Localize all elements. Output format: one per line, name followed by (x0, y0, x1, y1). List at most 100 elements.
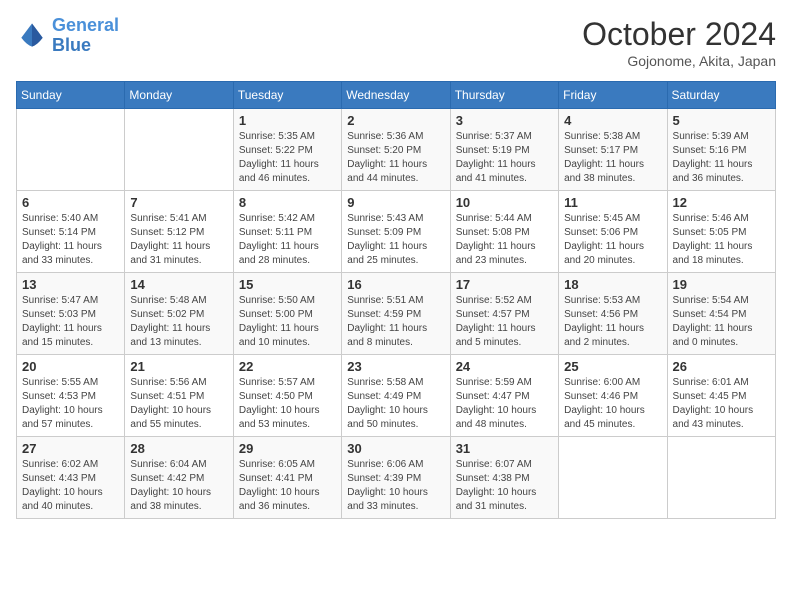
day-number: 4 (564, 113, 661, 128)
logo-icon (16, 20, 48, 52)
weekday-header: Sunday (17, 82, 125, 109)
day-number: 31 (456, 441, 553, 456)
weekday-header: Saturday (667, 82, 775, 109)
day-number: 3 (456, 113, 553, 128)
calendar-cell: 10 Sunrise: 5:44 AMSunset: 5:08 PMDayligh… (450, 191, 558, 273)
weekday-header: Thursday (450, 82, 558, 109)
day-info: Sunrise: 5:35 AMSunset: 5:22 PMDaylight:… (239, 130, 336, 186)
calendar-week-row: 6 Sunrise: 5:40 AMSunset: 5:14 PMDaylight… (17, 191, 776, 273)
day-number: 25 (564, 359, 661, 374)
day-number: 1 (239, 113, 336, 128)
logo-text: General Blue (52, 16, 119, 56)
weekday-header: Tuesday (233, 82, 341, 109)
day-number: 9 (347, 195, 444, 210)
calendar-cell: 29 Sunrise: 6:05 AMSunset: 4:41 PMDayligh… (233, 437, 341, 519)
day-number: 6 (22, 195, 119, 210)
location: Gojonome, Akita, Japan (582, 53, 776, 69)
weekday-header-row: SundayMondayTuesdayWednesdayThursdayFrid… (17, 82, 776, 109)
weekday-header: Wednesday (342, 82, 450, 109)
day-number: 29 (239, 441, 336, 456)
day-number: 22 (239, 359, 336, 374)
day-info: Sunrise: 6:02 AMSunset: 4:43 PMDaylight:… (22, 458, 119, 514)
calendar-cell: 20Sunrise: 5:55 AMSunset: 4:53 PMDayligh… (17, 355, 125, 437)
calendar-week-row: 13 Sunrise: 5:47 AMSunset: 5:03 PMDayligh… (17, 273, 776, 355)
calendar-cell: 26Sunrise: 6:01 AMSunset: 4:45 PMDayligh… (667, 355, 775, 437)
day-info: Sunrise: 5:45 AMSunset: 5:06 PMDaylight:… (564, 212, 661, 268)
day-number: 13 (22, 277, 119, 292)
day-info: Sunrise: 5:43 AMSunset: 5:09 PMDaylight:… (347, 212, 444, 268)
day-info: Sunrise: 5:56 AMSunset: 4:51 PMDaylight:… (130, 376, 227, 432)
day-number: 12 (673, 195, 770, 210)
calendar-cell: 2 Sunrise: 5:36 AMSunset: 5:20 PMDaylight… (342, 109, 450, 191)
month-title: October 2024 (582, 16, 776, 53)
day-number: 24 (456, 359, 553, 374)
day-info: Sunrise: 5:42 AMSunset: 5:11 PMDaylight:… (239, 212, 336, 268)
day-number: 14 (130, 277, 227, 292)
day-info: Sunrise: 6:06 AMSunset: 4:39 PMDaylight:… (347, 458, 444, 514)
calendar-cell: 14 Sunrise: 5:48 AMSunset: 5:02 PMDayligh… (125, 273, 233, 355)
day-info: Sunrise: 6:01 AMSunset: 4:45 PMDaylight:… (673, 376, 770, 432)
calendar-cell: 24Sunrise: 5:59 AMSunset: 4:47 PMDayligh… (450, 355, 558, 437)
calendar-cell: 31Sunrise: 6:07 AMSunset: 4:38 PMDayligh… (450, 437, 558, 519)
day-number: 7 (130, 195, 227, 210)
day-number: 27 (22, 441, 119, 456)
calendar-cell: 5 Sunrise: 5:39 AMSunset: 5:16 PMDaylight… (667, 109, 775, 191)
day-info: Sunrise: 5:51 AMSunset: 4:59 PMDaylight:… (347, 294, 444, 350)
day-number: 2 (347, 113, 444, 128)
title-block: October 2024 Gojonome, Akita, Japan (582, 16, 776, 69)
calendar-cell: 28 Sunrise: 6:04 AMSunset: 4:42 PMDayligh… (125, 437, 233, 519)
day-info: Sunrise: 6:00 AMSunset: 4:46 PMDaylight:… (564, 376, 661, 432)
calendar-cell (125, 109, 233, 191)
calendar-cell: 27 Sunrise: 6:02 AMSunset: 4:43 PMDayligh… (17, 437, 125, 519)
calendar-table: SundayMondayTuesdayWednesdayThursdayFrid… (16, 81, 776, 519)
calendar-cell: 13 Sunrise: 5:47 AMSunset: 5:03 PMDayligh… (17, 273, 125, 355)
calendar-week-row: 20Sunrise: 5:55 AMSunset: 4:53 PMDayligh… (17, 355, 776, 437)
day-number: 20 (22, 359, 119, 374)
day-info: Sunrise: 5:41 AMSunset: 5:12 PMDaylight:… (130, 212, 227, 268)
calendar-cell: 21 Sunrise: 5:56 AMSunset: 4:51 PMDayligh… (125, 355, 233, 437)
day-number: 19 (673, 277, 770, 292)
day-info: Sunrise: 5:48 AMSunset: 5:02 PMDaylight:… (130, 294, 227, 350)
calendar-cell: 3 Sunrise: 5:37 AMSunset: 5:19 PMDaylight… (450, 109, 558, 191)
calendar-cell: 6 Sunrise: 5:40 AMSunset: 5:14 PMDaylight… (17, 191, 125, 273)
day-number: 5 (673, 113, 770, 128)
day-info: Sunrise: 5:39 AMSunset: 5:16 PMDaylight:… (673, 130, 770, 186)
day-info: Sunrise: 5:37 AMSunset: 5:19 PMDaylight:… (456, 130, 553, 186)
calendar-cell: 9 Sunrise: 5:43 AMSunset: 5:09 PMDaylight… (342, 191, 450, 273)
calendar-cell: 17 Sunrise: 5:52 AMSunset: 4:57 PMDayligh… (450, 273, 558, 355)
day-info: Sunrise: 6:05 AMSunset: 4:41 PMDaylight:… (239, 458, 336, 514)
day-info: Sunrise: 5:58 AMSunset: 4:49 PMDaylight:… (347, 376, 444, 432)
calendar-cell (559, 437, 667, 519)
day-info: Sunrise: 5:50 AMSunset: 5:00 PMDaylight:… (239, 294, 336, 350)
day-info: Sunrise: 5:38 AMSunset: 5:17 PMDaylight:… (564, 130, 661, 186)
day-info: Sunrise: 6:04 AMSunset: 4:42 PMDaylight:… (130, 458, 227, 514)
day-number: 8 (239, 195, 336, 210)
calendar-cell: 23 Sunrise: 5:58 AMSunset: 4:49 PMDayligh… (342, 355, 450, 437)
day-info: Sunrise: 5:54 AMSunset: 4:54 PMDaylight:… (673, 294, 770, 350)
weekday-header: Monday (125, 82, 233, 109)
day-info: Sunrise: 5:47 AMSunset: 5:03 PMDaylight:… (22, 294, 119, 350)
day-number: 17 (456, 277, 553, 292)
day-number: 15 (239, 277, 336, 292)
calendar-cell: 1 Sunrise: 5:35 AMSunset: 5:22 PMDaylight… (233, 109, 341, 191)
calendar-cell: 16Sunrise: 5:51 AMSunset: 4:59 PMDayligh… (342, 273, 450, 355)
calendar-cell: 18Sunrise: 5:53 AMSunset: 4:56 PMDayligh… (559, 273, 667, 355)
day-number: 23 (347, 359, 444, 374)
calendar-cell (17, 109, 125, 191)
logo: General Blue (16, 16, 119, 56)
calendar-cell: 25 Sunrise: 6:00 AMSunset: 4:46 PMDayligh… (559, 355, 667, 437)
day-number: 21 (130, 359, 227, 374)
calendar-cell: 15 Sunrise: 5:50 AMSunset: 5:00 PMDayligh… (233, 273, 341, 355)
day-number: 28 (130, 441, 227, 456)
day-number: 10 (456, 195, 553, 210)
day-info: Sunrise: 5:46 AMSunset: 5:05 PMDaylight:… (673, 212, 770, 268)
day-info: Sunrise: 5:40 AMSunset: 5:14 PMDaylight:… (22, 212, 119, 268)
day-info: Sunrise: 5:52 AMSunset: 4:57 PMDaylight:… (456, 294, 553, 350)
day-info: Sunrise: 5:36 AMSunset: 5:20 PMDaylight:… (347, 130, 444, 186)
weekday-header: Friday (559, 82, 667, 109)
day-info: Sunrise: 5:44 AMSunset: 5:08 PMDaylight:… (456, 212, 553, 268)
calendar-cell: 8 Sunrise: 5:42 AMSunset: 5:11 PMDaylight… (233, 191, 341, 273)
calendar-cell: 11 Sunrise: 5:45 AMSunset: 5:06 PMDayligh… (559, 191, 667, 273)
calendar-week-row: 27 Sunrise: 6:02 AMSunset: 4:43 PMDayligh… (17, 437, 776, 519)
day-number: 11 (564, 195, 661, 210)
